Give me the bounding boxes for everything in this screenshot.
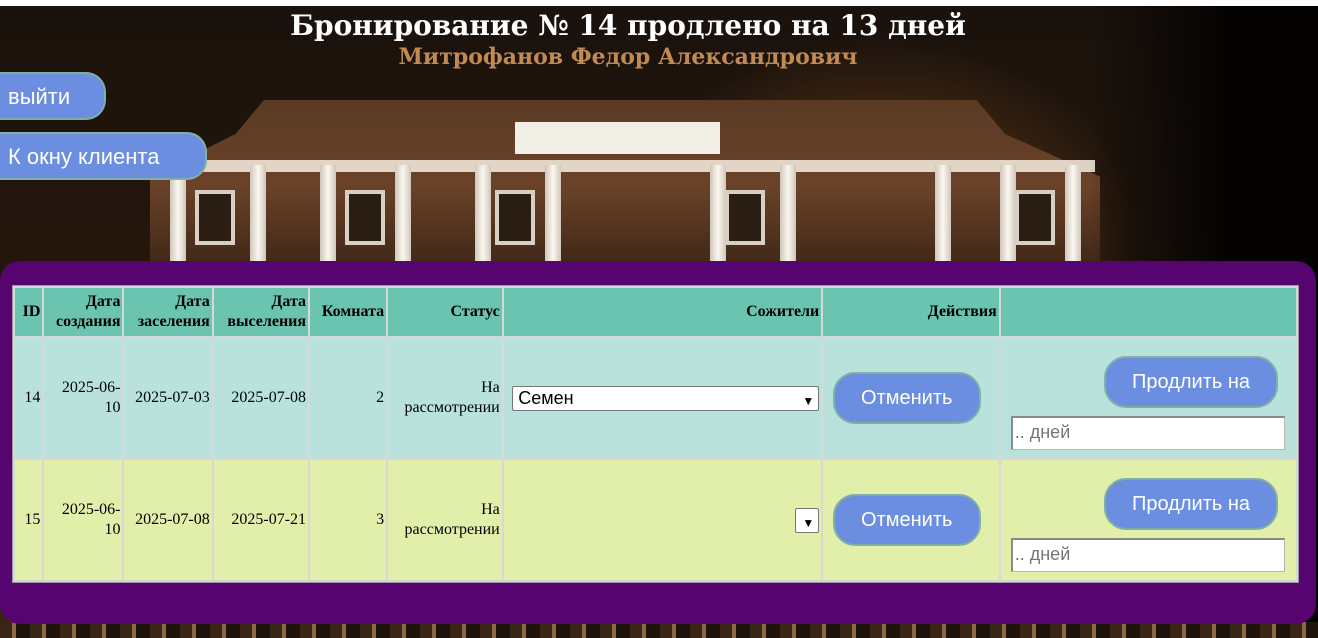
cell-checkout: 2025-07-21 [213, 460, 309, 580]
cell-status: На рассмотрении [388, 460, 502, 580]
bookings-table: ID Дата создания Дата заселения Дата выс… [12, 285, 1299, 583]
days-input[interactable]: .. дней [1010, 416, 1285, 450]
building-column [1065, 165, 1081, 265]
building-window [345, 190, 385, 245]
cell-created: 2025-06-10 [44, 460, 123, 580]
cell-extend: Продлить на .. дней [1000, 460, 1296, 580]
cell-checkout: 2025-07-08 [213, 338, 309, 458]
building-column [1000, 165, 1016, 265]
bookings-panel: ID Дата создания Дата заселения Дата выс… [0, 261, 1316, 624]
building-column [250, 165, 266, 265]
building-column [320, 165, 336, 265]
cell-id: 14 [15, 338, 43, 458]
building-column [170, 165, 186, 265]
building-column [475, 165, 491, 265]
roommates-select[interactable]: ▼ [795, 507, 820, 533]
building-window [495, 190, 535, 245]
cancel-button[interactable]: Отменить [832, 494, 981, 546]
column-header-created: Дата создания [44, 288, 123, 336]
background-bottom-strip [0, 622, 1318, 638]
building-column [935, 165, 951, 265]
column-header-status: Статус [388, 288, 502, 336]
building-column [545, 165, 561, 265]
cell-actions: Отменить [823, 460, 999, 580]
extend-button[interactable]: Продлить на [1104, 478, 1278, 530]
chevron-down-icon: ▼ [802, 515, 815, 530]
page-title: Бронирование № 14 продлено на 13 дней [290, 9, 966, 42]
cell-status: На рассмотрении [388, 338, 502, 458]
cell-extend: Продлить на .. дней [1000, 338, 1296, 458]
days-input[interactable]: .. дней [1010, 538, 1285, 572]
cell-checkin: 2025-07-03 [124, 338, 212, 458]
column-header-extend [1000, 288, 1296, 336]
exit-button[interactable]: выйти [0, 72, 106, 120]
column-header-checkin: Дата заселения [124, 288, 212, 336]
column-header-checkout: Дата выселения [213, 288, 309, 336]
building-column [710, 165, 726, 265]
cancel-button[interactable]: Отменить [832, 372, 981, 424]
client-window-button[interactable]: К окну клиента [0, 132, 207, 180]
column-header-roommates: Сожители [503, 288, 822, 336]
roommates-select-value: Семен [518, 387, 574, 408]
chevron-down-icon: ▼ [802, 393, 815, 408]
column-header-room: Комната [310, 288, 387, 336]
building-cornice [155, 160, 1095, 172]
column-header-actions: Действия [823, 288, 999, 336]
column-header-id: ID [15, 288, 43, 336]
cell-room: 3 [310, 460, 387, 580]
roommates-select[interactable]: Семен ▼ [512, 385, 820, 411]
table-row: 15 2025-06-10 2025-07-08 2025-07-21 3 На… [15, 460, 1296, 580]
cell-roommates: Семен ▼ [503, 338, 822, 458]
cell-created: 2025-06-10 [44, 338, 123, 458]
client-name: Митрофанов Федор Александрович [398, 44, 858, 70]
cell-checkin: 2025-07-08 [124, 460, 212, 580]
building-window [195, 190, 235, 245]
building-window [725, 190, 765, 245]
building-column [780, 165, 796, 265]
building-column [395, 165, 411, 265]
extend-button[interactable]: Продлить на [1104, 356, 1278, 408]
cell-roommates: ▼ [503, 460, 822, 580]
building-top-windows [515, 122, 720, 154]
cell-id: 15 [15, 460, 43, 580]
table-row: 14 2025-06-10 2025-07-03 2025-07-08 2 На… [15, 338, 1296, 458]
building-window [1015, 190, 1055, 245]
cell-actions: Отменить [823, 338, 999, 458]
table-header-row: ID Дата создания Дата заселения Дата выс… [15, 288, 1296, 336]
cell-room: 2 [310, 338, 387, 458]
